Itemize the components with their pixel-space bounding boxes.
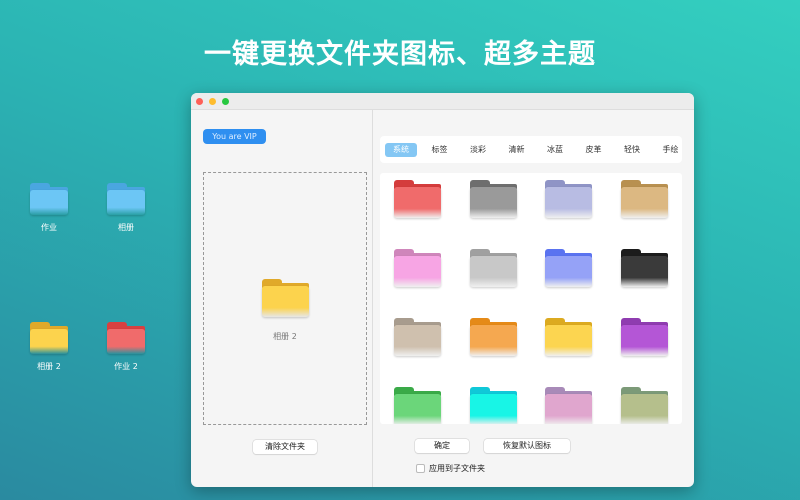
tab-6[interactable]: 轻快 <box>616 143 648 157</box>
zoom-button[interactable] <box>222 98 229 105</box>
apply-subfolders-label: 应用到子文件夹 <box>429 464 485 473</box>
folder-theme-option[interactable] <box>394 318 441 356</box>
restore-default-button[interactable]: 恢复默认图标 <box>484 439 570 453</box>
tab-4[interactable]: 冰蓝 <box>539 143 571 157</box>
folder-theme-option[interactable] <box>545 387 592 424</box>
folder-theme-option[interactable] <box>394 387 441 424</box>
folder-theme-option[interactable] <box>394 249 441 287</box>
folder-theme-option[interactable] <box>469 249 517 287</box>
tab-3[interactable]: 清新 <box>501 143 533 157</box>
tab-5[interactable]: 皮革 <box>578 143 610 157</box>
headline: 一键更换文件夹图标、超多主题 <box>204 39 596 70</box>
desktop-folder-label: 作业 2 <box>114 362 138 371</box>
folder-theme-option[interactable] <box>469 318 517 356</box>
tab-7[interactable]: 手绘 <box>655 143 687 157</box>
folder-theme-option[interactable] <box>620 249 668 287</box>
folder-drop-zone[interactable]: 相册 2 <box>203 172 367 425</box>
desktop-folder-icon[interactable] <box>107 183 145 215</box>
folder-icon <box>262 279 309 317</box>
folder-theme-option[interactable] <box>620 180 668 218</box>
folder-theme-option[interactable] <box>620 318 668 356</box>
drop-folder-label: 相册 2 <box>273 332 297 341</box>
desktop-folder-icon[interactable] <box>107 322 145 354</box>
folder-theme-option[interactable] <box>545 318 592 356</box>
folder-theme-option[interactable] <box>620 387 668 424</box>
vip-badge[interactable]: You are VIP <box>203 129 266 144</box>
desktop-folder-label: 作业 <box>41 223 57 232</box>
folder-theme-option[interactable] <box>469 180 517 218</box>
minimize-button[interactable] <box>209 98 216 105</box>
left-panel: You are VIP 相册 2 清除文件夹 <box>191 110 373 487</box>
desktop-folder-icon[interactable] <box>30 183 68 215</box>
folder-theme-option[interactable] <box>545 180 592 218</box>
theme-tabs: 系统 标签 淡彩 清新 冰蓝 皮革 轻快 手绘 <box>380 136 682 163</box>
folder-theme-option[interactable] <box>545 249 592 287</box>
tab-2[interactable]: 淡彩 <box>462 143 494 157</box>
app-window: You are VIP 相册 2 清除文件夹 系统 标签 淡彩 清新 冰蓝 皮革 轻快 手绘 … <box>191 93 694 487</box>
apply-subfolders-checkbox[interactable] <box>416 464 425 473</box>
clear-folder-button[interactable]: 清除文件夹 <box>253 440 317 454</box>
tab-1[interactable]: 标签 <box>424 143 456 157</box>
ok-button[interactable]: 确定 <box>415 439 469 453</box>
desktop-folder-label: 相册 <box>118 223 134 232</box>
folder-icon-grid <box>380 173 682 424</box>
desktop-folder-label: 相册 2 <box>37 362 61 371</box>
close-button[interactable] <box>196 98 203 105</box>
folder-theme-option[interactable] <box>394 180 441 218</box>
title-bar <box>191 93 694 110</box>
desktop-folder-icon[interactable] <box>30 322 68 354</box>
folder-theme-option[interactable] <box>469 387 517 424</box>
tab-0[interactable]: 系统 <box>385 143 417 157</box>
